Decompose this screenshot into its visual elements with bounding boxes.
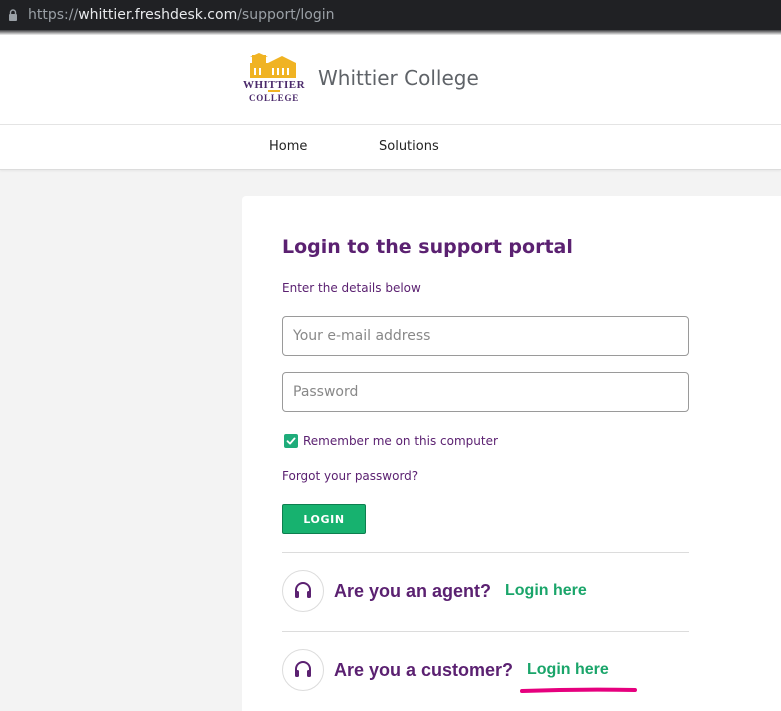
divider <box>282 552 689 553</box>
site-header: WHITTIER COLLEGE Whittier College <box>0 35 781 125</box>
divider <box>282 631 689 632</box>
forgot-password-link[interactable]: Forgot your password? <box>282 469 418 483</box>
agent-login-link[interactable]: Login here <box>505 582 587 600</box>
highlight-underline <box>520 687 637 693</box>
url-host: whittier.freshdesk.com <box>78 7 238 23</box>
email-field[interactable] <box>282 316 689 356</box>
headset-icon <box>295 661 311 677</box>
remember-me[interactable]: Remember me on this computer <box>284 434 498 448</box>
whittier-college-logo[interactable]: WHITTIER COLLEGE <box>238 53 310 105</box>
customer-headset-badge <box>282 649 324 691</box>
remember-label: Remember me on this computer <box>303 434 498 448</box>
nav-home[interactable]: Home <box>269 139 307 154</box>
svg-text:WHITTIER: WHITTIER <box>243 79 306 91</box>
url-scheme: https:// <box>28 7 79 23</box>
url-text[interactable]: https://whittier.freshdesk.com/support/l… <box>28 7 335 23</box>
lock-icon <box>9 9 17 21</box>
login-card: Login to the support portal Enter the de… <box>242 196 781 711</box>
site-title[interactable]: Whittier College <box>318 66 479 90</box>
customer-login-link[interactable]: Login here <box>527 661 609 679</box>
svg-text:COLLEGE: COLLEGE <box>249 93 299 103</box>
agent-question: Are you an agent? <box>334 581 492 601</box>
url-path: /support/login <box>237 7 335 23</box>
customer-question: Are you a customer? <box>334 660 514 680</box>
top-nav: Home Solutions <box>0 125 781 170</box>
login-button[interactable]: LOGIN <box>282 504 366 534</box>
nav-solutions[interactable]: Solutions <box>379 139 439 154</box>
checkmark-icon <box>286 437 296 445</box>
browser-address-bar[interactable]: https://whittier.freshdesk.com/support/l… <box>0 0 781 30</box>
remember-checkbox[interactable] <box>284 434 298 448</box>
password-field[interactable] <box>282 372 689 412</box>
login-subtitle: Enter the details below <box>282 281 421 295</box>
agent-headset-badge <box>282 570 324 612</box>
headset-icon <box>295 582 311 598</box>
login-title: Login to the support portal <box>282 236 573 258</box>
